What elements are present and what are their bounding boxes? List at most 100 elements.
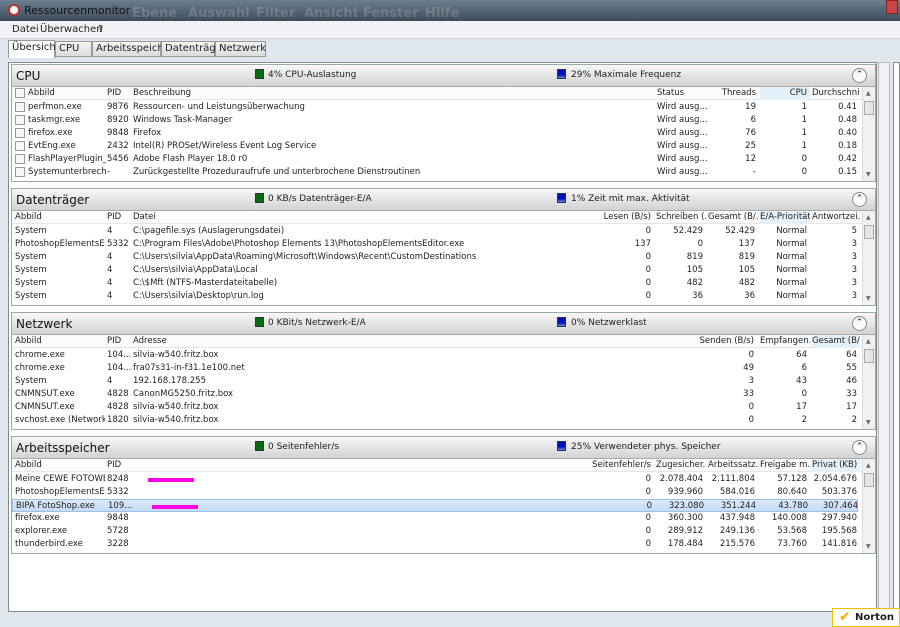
column-header[interactable]: Datei — [133, 211, 613, 224]
table-row[interactable]: chrome.exe 104... fra07s31-in-f31.1e100.ne… — [12, 362, 858, 375]
table-cell: 46 — [846, 376, 857, 386]
column-header[interactable]: Empfangen... — [760, 335, 810, 348]
select-all-checkbox[interactable] — [15, 88, 25, 98]
table-row[interactable]: Systemunterbrechu...-Zurückgestellte Pro… — [12, 166, 858, 179]
table-cell: 215.576 — [719, 539, 755, 549]
column-header[interactable]: PID — [107, 211, 131, 224]
scroll-up-icon[interactable]: ▲ — [866, 338, 871, 345]
table-row[interactable]: Meine CEWE FOTOWE...8248 0 2.078.404 2.111.… — [12, 473, 858, 486]
table-row[interactable]: CNMNSUT.exe 4828 CanonMG5250.fritz.box 33 0 3… — [12, 388, 858, 401]
column-header[interactable]: Abbild — [15, 459, 105, 472]
column-header[interactable]: Lesen (B/s) — [572, 211, 654, 224]
table-row[interactable]: perfmon.exe 9876 Ressourcen- und Leistungs… — [12, 101, 858, 114]
column-header[interactable]: Privat (KB) — [812, 459, 860, 472]
column-header[interactable]: E/A-Priorität — [760, 211, 810, 224]
scroll-down-icon[interactable]: ▼ — [866, 171, 871, 178]
tab-datentraeger[interactable]: Datenträger — [161, 41, 226, 57]
table-row[interactable]: thunderbird.exe 3228 0 178.484 215.576 73.760… — [12, 538, 858, 551]
tab-cpu[interactable]: CPU — [55, 41, 92, 57]
row-checkbox[interactable] — [15, 128, 25, 138]
table-scrollbar[interactable]: ▲ ▼ — [862, 211, 875, 305]
section-header-mem[interactable]: Arbeitsspeicher 0 Seitenfehler/s 25% Verwe… — [12, 437, 875, 459]
column-header[interactable]: PID — [107, 459, 131, 472]
column-header[interactable]: Zugesicher... — [656, 459, 706, 472]
section-header-cpu[interactable]: CPU 4% CPU-Auslastung 29% Maximale Frequen… — [12, 65, 875, 87]
column-header[interactable]: Arbeitssatz... — [708, 459, 758, 472]
table-row[interactable]: System 4 C:\$Mft (NTFS-Masterdateitabelle)… — [12, 277, 858, 290]
collapse-button[interactable]: ⌃ — [852, 68, 867, 83]
column-header[interactable]: Threads — [717, 87, 759, 100]
scroll-up-icon[interactable]: ▲ — [866, 462, 871, 469]
table-row[interactable]: firefox.exe 9848 Firefox Wird ausg... 76 1 0.4… — [12, 127, 858, 140]
column-header[interactable]: Abbild — [28, 87, 106, 100]
tab-netzwerk[interactable]: Netzwerk — [215, 41, 266, 57]
column-header[interactable]: Beschreibung — [133, 87, 653, 100]
column-header[interactable]: PID — [107, 335, 131, 348]
scroll-thumb[interactable] — [864, 101, 874, 115]
column-header[interactable]: PID — [107, 87, 131, 100]
section-header-disk[interactable]: Datenträger 0 KB/s Datenträger-E/A 1% Zeit… — [12, 189, 875, 211]
table-row[interactable]: taskmgr.exe 8920 Windows Task-Manager Wird … — [12, 114, 858, 127]
column-header[interactable]: Seitenfehler/s — [572, 459, 654, 472]
column-header[interactable]: Antwortzei... — [812, 211, 860, 224]
section-header-net[interactable]: Netzwerk 0 KBit/s Netzwerk-E/A 0% Netzwerk… — [12, 313, 875, 335]
menu-help[interactable]: ? — [98, 24, 103, 35]
scroll-down-icon[interactable]: ▼ — [866, 295, 871, 302]
column-header[interactable]: Schreiben (... — [656, 211, 706, 224]
row-checkbox[interactable] — [15, 141, 25, 151]
panel-scrollbar[interactable] — [878, 62, 890, 612]
scroll-up-icon[interactable]: ▲ — [866, 90, 871, 97]
table-cell: 437.948 — [719, 513, 755, 523]
tab-uebersicht[interactable]: Übersicht — [8, 40, 60, 58]
table-cell: 2.078.404 — [659, 474, 703, 484]
column-header[interactable]: Freigabe m... — [760, 459, 810, 472]
table-row[interactable]: PhotoshopElementsEdi...5332 C:\Program Fi… — [12, 238, 858, 251]
table-cell: explorer.exe — [15, 526, 68, 536]
column-header[interactable]: Adresse — [133, 335, 633, 348]
tab-arbeitsspeicher[interactable]: Arbeitsspeicher — [92, 41, 174, 57]
table-scrollbar[interactable]: ▲ ▼ — [862, 335, 875, 429]
table-row[interactable]: BIPA FotoShop.exe 109... 0 323.080 351.244 43… — [12, 499, 858, 512]
row-checkbox[interactable] — [15, 115, 25, 125]
table-row[interactable]: PhotoshopElementsEdi...5332 0 939.960 584.0… — [12, 486, 858, 499]
column-header[interactable]: Gesamt (B/... — [812, 335, 860, 348]
table-row[interactable]: System 4 C:\Users\silvia\Desktop\run.log 0 3… — [12, 290, 858, 303]
menu-datei[interactable]: Datei — [12, 24, 39, 35]
menu-ueberwachen[interactable]: Überwachen — [40, 24, 103, 35]
table-row[interactable]: svchost.exe (NetworkS...1820 silvia-w540.… — [12, 414, 858, 427]
row-checkbox[interactable] — [15, 102, 25, 112]
table-cell: Windows Task-Manager — [133, 115, 233, 125]
row-checkbox[interactable] — [15, 167, 25, 177]
scroll-down-icon[interactable]: ▼ — [866, 543, 871, 550]
collapse-button[interactable]: ⌃ — [852, 440, 867, 455]
table-row[interactable]: System 4 192.168.178.255 3 43 46 — [12, 375, 858, 388]
table-row[interactable]: EvtEng.exe 2432 Intel(R) PROSet/Wireless E… — [12, 140, 858, 153]
collapse-button[interactable]: ⌃ — [852, 192, 867, 207]
table-row[interactable]: System 4 C:\pagefile.sys (Auslagerungsdate… — [12, 225, 858, 238]
scroll-down-icon[interactable]: ▼ — [866, 419, 871, 426]
table-row[interactable]: chrome.exe 104... silvia-w540.fritz.box 0 64… — [12, 349, 858, 362]
table-scrollbar[interactable]: ▲ ▼ — [862, 87, 875, 181]
table-row[interactable]: System 4 C:\Users\silvia\AppData\Roaming\M… — [12, 251, 858, 264]
column-header[interactable]: Senden (B/s) — [657, 335, 757, 348]
column-header[interactable]: Durchschni... — [812, 87, 860, 100]
close-button[interactable] — [886, 0, 898, 14]
table-row[interactable]: firefox.exe 9848 0 360.300 437.948 140.008 297… — [12, 512, 858, 525]
table-row[interactable]: System 4 C:\Users\silvia\AppData\Local 0 105… — [12, 264, 858, 277]
column-header[interactable]: Abbild — [15, 211, 105, 224]
row-checkbox[interactable] — [15, 154, 25, 164]
column-header[interactable]: Gesamt (B/... — [708, 211, 758, 224]
table-row[interactable]: FlashPlayerPlugin_...5456 Adobe Flash Pla… — [12, 153, 858, 166]
column-header[interactable]: Status — [657, 87, 717, 100]
column-header[interactable]: Abbild — [15, 335, 105, 348]
table-row[interactable]: explorer.exe 5728 0 289.912 249.136 53.568 195… — [12, 525, 858, 538]
column-header[interactable]: CPU — [760, 87, 810, 100]
table-row[interactable]: CNMNSUT.exe 4828 silvia-w540.fritz.box 0 17 1… — [12, 401, 858, 414]
scroll-up-icon[interactable]: ▲ — [866, 214, 871, 221]
table-scrollbar[interactable]: ▲ ▼ — [862, 459, 875, 553]
table-cell: System — [15, 252, 47, 262]
scroll-thumb[interactable] — [864, 349, 874, 363]
collapse-button[interactable]: ⌃ — [852, 316, 867, 331]
scroll-thumb[interactable] — [864, 473, 874, 487]
scroll-thumb[interactable] — [864, 225, 874, 239]
